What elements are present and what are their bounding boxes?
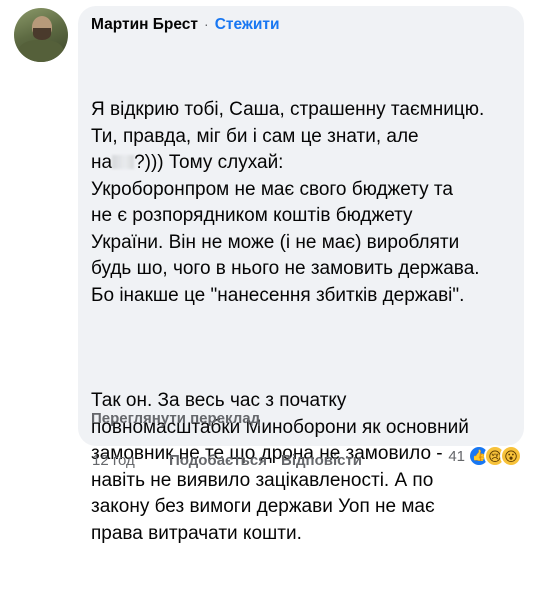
- avatar-body: [18, 40, 64, 62]
- comment-text: Я відкрию тобі, Саша, страшенну таємницю…: [91, 44, 510, 600]
- comment-line: України. Він не може (і не має) вироблят…: [91, 231, 460, 253]
- redacted-word: [112, 155, 135, 169]
- comment-line: закону без вимоги держави Уоп не має: [91, 496, 435, 517]
- comment-line: ?))) Тому слухай:: [134, 152, 284, 173]
- see-translation-link[interactable]: Переглянути переклад: [91, 410, 260, 427]
- comment-paragraph-1: Я відкрию тобі, Саша, страшенну таємницю…: [91, 97, 510, 309]
- timestamp[interactable]: 12 год: [92, 452, 169, 469]
- comment-line: будь шо, чого в нього не замовить держав…: [91, 258, 480, 279]
- avatar-beard: [33, 28, 51, 40]
- like-button[interactable]: Подобається: [169, 452, 267, 469]
- comment-line: Укроборонпром не має свого бюджету та: [91, 178, 453, 200]
- author-row: Мартин Брест · Стежити: [91, 16, 510, 40]
- comment-line: Так он. За весь час з початку: [91, 390, 347, 411]
- follow-button[interactable]: Стежити: [215, 16, 280, 34]
- comment-line: права витрачати кошти.: [91, 522, 302, 544]
- comment-line: на: [91, 152, 113, 173]
- comment-bubble: Мартин Брест · Стежити Я відкрию тобі, С…: [78, 6, 524, 544]
- comment-line: Ти, правда, міг би і сам це знати, але: [91, 125, 419, 147]
- wow-face-icon: 😮: [500, 445, 522, 467]
- comment: Мартин Брест · Стежити Я відкрию тобі, С…: [0, 0, 533, 544]
- comment-line: Я відкрию тобі, Саша, страшенну таємницю…: [91, 99, 485, 120]
- author-name[interactable]: Мартин Брест: [91, 16, 198, 34]
- reply-button[interactable]: Відповісти: [281, 452, 362, 469]
- comment-line: Бо інакше це "нанесення збитків державі"…: [91, 284, 465, 306]
- avatar[interactable]: [14, 8, 68, 62]
- comment-line: не є розпорядником коштів бюджету: [91, 205, 413, 226]
- reactions-summary[interactable]: 41 👍 😢 😮: [448, 445, 522, 467]
- reaction-count: 41: [448, 447, 465, 465]
- reaction-icons: 👍 😢 😮: [468, 445, 522, 467]
- separator-dot: ·: [204, 16, 209, 32]
